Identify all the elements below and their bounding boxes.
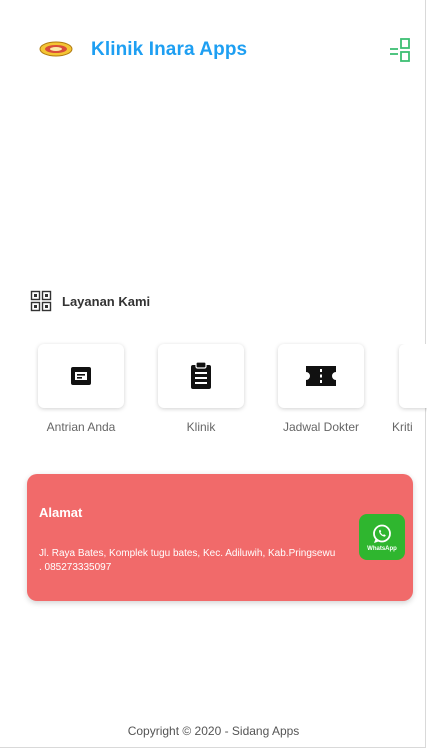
services-section-header: Layanan Kami [30, 289, 150, 313]
service-card[interactable] [399, 344, 427, 408]
service-card[interactable] [38, 344, 124, 408]
service-card[interactable] [158, 344, 244, 408]
service-jadwal-dokter[interactable]: Jadwal Dokter [261, 344, 381, 434]
service-antrian[interactable]: Antrian Anda [21, 344, 141, 434]
ticket-schedule-icon [306, 366, 336, 386]
address-card: Alamat Jl. Raya Bates, Komplek tugu bate… [27, 474, 413, 601]
copyright-footer: Copyright © 2020 - Sidang Apps [127, 724, 300, 738]
address-heading: Alamat [39, 505, 83, 520]
service-card[interactable] [278, 344, 364, 408]
whatsapp-icon [373, 524, 391, 543]
clipboard-icon [191, 361, 211, 389]
service-label: Kriti [392, 420, 413, 434]
service-label: Klinik [186, 420, 216, 434]
whatsapp-button[interactable]: WhatsApp [359, 514, 405, 560]
service-label: Antrian Anda [46, 420, 116, 434]
service-kritik[interactable]: Kriti [381, 344, 427, 434]
whatsapp-label: WhatsApp [367, 545, 397, 552]
queue-ticket-icon [71, 367, 91, 385]
service-label: Jadwal Dokter [282, 420, 360, 434]
service-klinik[interactable]: Klinik [141, 344, 261, 434]
grid-menu-icon[interactable] [388, 37, 412, 63]
services-section-title: Layanan Kami [62, 293, 151, 309]
services-grid-icon [30, 290, 52, 312]
app-header: Klinik Inara Apps [0, 28, 427, 72]
services-carousel[interactable]: Antrian Anda Klinik Jadwal Dokter Kriti [0, 344, 427, 444]
app-screen: Klinik Inara Apps Layanan Kami Antrian A… [0, 0, 427, 748]
app-title: Klinik Inara Apps [91, 39, 248, 60]
address-text: Jl. Raya Bates, Komplek tugu bates, Kec.… [39, 548, 336, 573]
clinic-logo-icon [39, 41, 73, 57]
